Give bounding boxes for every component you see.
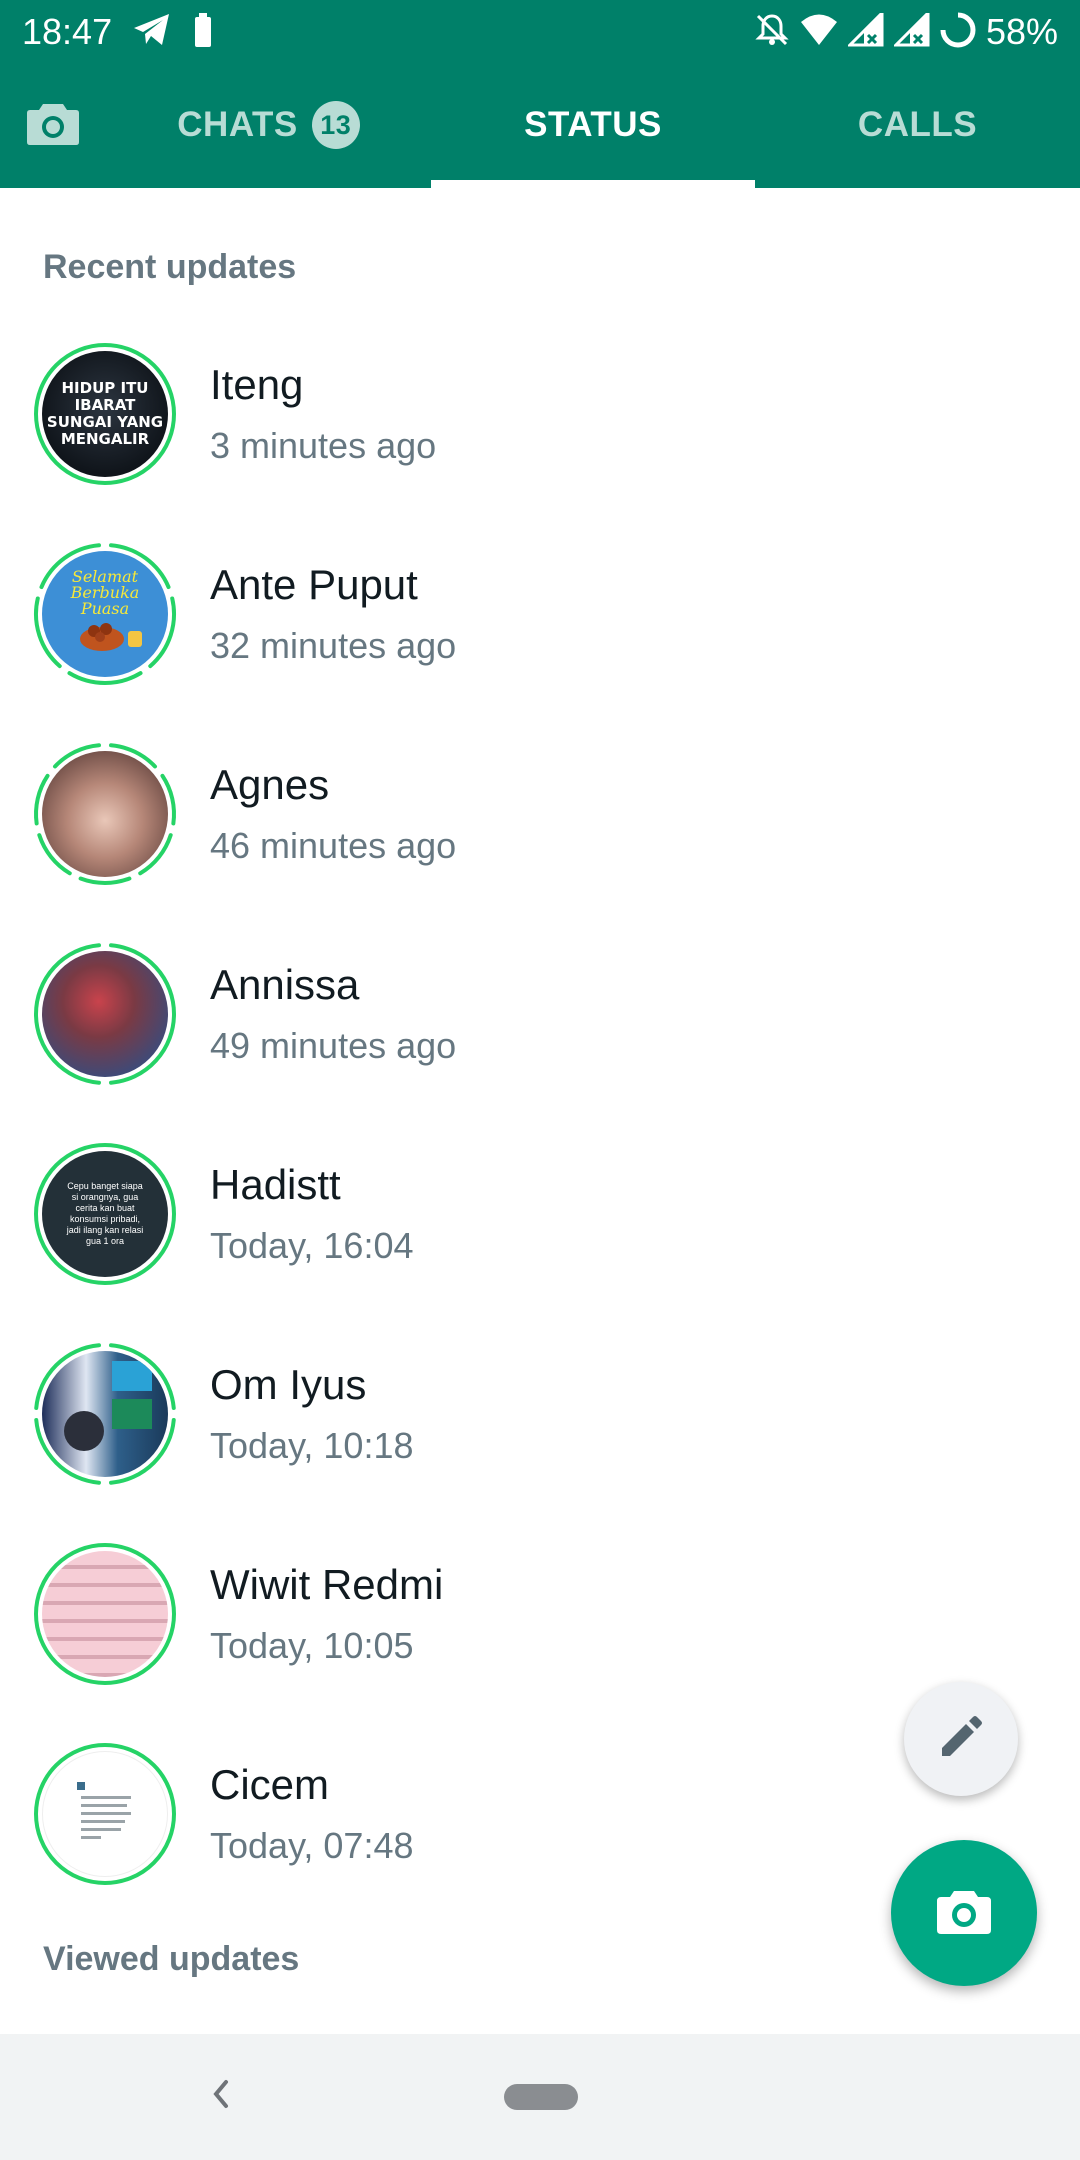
avatar: Cepu banget siapa si orangnya, gua cerit… bbox=[32, 1141, 178, 1287]
status-thumbnail bbox=[42, 1351, 168, 1477]
status-thumbnail bbox=[42, 1751, 168, 1877]
avatar bbox=[32, 941, 178, 1087]
recent-updates-header: Recent updates bbox=[43, 248, 297, 286]
contact-name: Hadistt bbox=[210, 1161, 341, 1208]
status-row-ante-puput[interactable]: Selamat Berbuka Puasa Ante Puput 32 minu… bbox=[0, 538, 1080, 738]
battery-saver-icon bbox=[194, 12, 212, 52]
camera-tab[interactable] bbox=[0, 62, 106, 188]
contact-name: Ante Puput bbox=[210, 561, 418, 608]
contact-name: Agnes bbox=[210, 761, 330, 808]
status-thumbnail: Selamat Berbuka Puasa bbox=[42, 551, 168, 677]
wifi-icon bbox=[800, 13, 838, 52]
avatar bbox=[32, 1341, 178, 1487]
status-thumbnail: Cepu banget siapa si orangnya, gua cerit… bbox=[42, 1151, 168, 1277]
status-thumbnail: HIDUP ITU IBARAT SUNGAI YANG MENGALIR bbox=[42, 351, 168, 477]
contact-name: Om Iyus bbox=[210, 1361, 367, 1408]
status-row-annissa[interactable]: Annissa 49 minutes ago bbox=[0, 938, 1080, 1138]
contact-name: Annissa bbox=[210, 961, 360, 1008]
new-camera-status-button[interactable] bbox=[891, 1840, 1037, 1986]
avatar: HIDUP ITU IBARAT SUNGAI YANG MENGALIR bbox=[32, 341, 178, 487]
avatar: Selamat Berbuka Puasa bbox=[32, 541, 178, 687]
status-time: Today, 16:04 bbox=[210, 1225, 414, 1266]
clock: 18:47 bbox=[22, 11, 113, 52]
signal-icon bbox=[846, 8, 884, 52]
food-illustration bbox=[80, 623, 142, 651]
tab-calls[interactable]: CALLS bbox=[755, 62, 1080, 188]
status-row-iteng[interactable]: HIDUP ITU IBARAT SUNGAI YANG MENGALIR It… bbox=[0, 338, 1080, 538]
back-button[interactable] bbox=[196, 2072, 244, 2120]
status-time: 3 minutes ago bbox=[210, 425, 437, 466]
camera-icon bbox=[26, 100, 80, 151]
tab-status[interactable]: STATUS bbox=[431, 62, 755, 188]
contact-name: Wiwit Redmi bbox=[210, 1561, 444, 1608]
notifications-off-icon bbox=[754, 12, 790, 53]
status-time: 49 minutes ago bbox=[210, 1025, 457, 1066]
telegram-icon bbox=[132, 12, 172, 53]
status-row-hadistt[interactable]: Cepu banget siapa si orangnya, gua cerit… bbox=[0, 1138, 1080, 1338]
back-chevron-icon bbox=[208, 2076, 232, 2117]
tab-label: STATUS bbox=[524, 105, 662, 144]
avatar bbox=[32, 741, 178, 887]
active-tab-indicator bbox=[431, 180, 755, 188]
unread-badge: 13 bbox=[311, 101, 360, 149]
new-text-status-button[interactable] bbox=[904, 1682, 1018, 1796]
contact-name: Cicem bbox=[210, 1761, 330, 1808]
system-status-bar: 18:47 58% bbox=[0, 0, 1080, 62]
camera-icon bbox=[936, 1887, 992, 1940]
home-pill[interactable] bbox=[504, 2084, 578, 2110]
status-thumbnail bbox=[42, 1551, 168, 1677]
viewed-updates-header: Viewed updates bbox=[43, 1940, 300, 1978]
avatar bbox=[32, 1541, 178, 1687]
tab-label: CALLS bbox=[857, 105, 978, 144]
system-navigation-bar bbox=[0, 2034, 1080, 2160]
status-time: 46 minutes ago bbox=[210, 825, 457, 866]
contact-name: Iteng bbox=[210, 361, 304, 408]
status-list: HIDUP ITU IBARAT SUNGAI YANG MENGALIR It… bbox=[0, 338, 1080, 1938]
status-time: Today, 10:05 bbox=[210, 1625, 414, 1666]
ring-segment bbox=[78, 876, 132, 885]
status-thumbnail bbox=[42, 751, 168, 877]
pencil-icon bbox=[936, 1712, 986, 1767]
avatar bbox=[32, 1741, 178, 1887]
status-row-agnes[interactable]: Agnes 46 minutes ago bbox=[0, 738, 1080, 938]
tab-chats[interactable]: CHATS 13 bbox=[106, 62, 431, 188]
status-time: 32 minutes ago bbox=[210, 625, 457, 666]
app-bar: 18:47 58% CHATS 13 STATUS CALLS bbox=[0, 0, 1080, 188]
loading-ring-icon bbox=[940, 12, 976, 53]
status-row-om-iyus[interactable]: Om Iyus Today, 10:18 bbox=[0, 1338, 1080, 1538]
status-thumbnail bbox=[42, 951, 168, 1077]
tab-label: CHATS bbox=[177, 105, 298, 144]
status-time: Today, 07:48 bbox=[210, 1825, 414, 1866]
signal-icon bbox=[892, 8, 930, 52]
status-time: Today, 10:18 bbox=[210, 1425, 414, 1466]
tab-bar: CHATS 13 STATUS CALLS bbox=[0, 62, 1080, 188]
battery-percentage: 58% bbox=[985, 11, 1058, 52]
